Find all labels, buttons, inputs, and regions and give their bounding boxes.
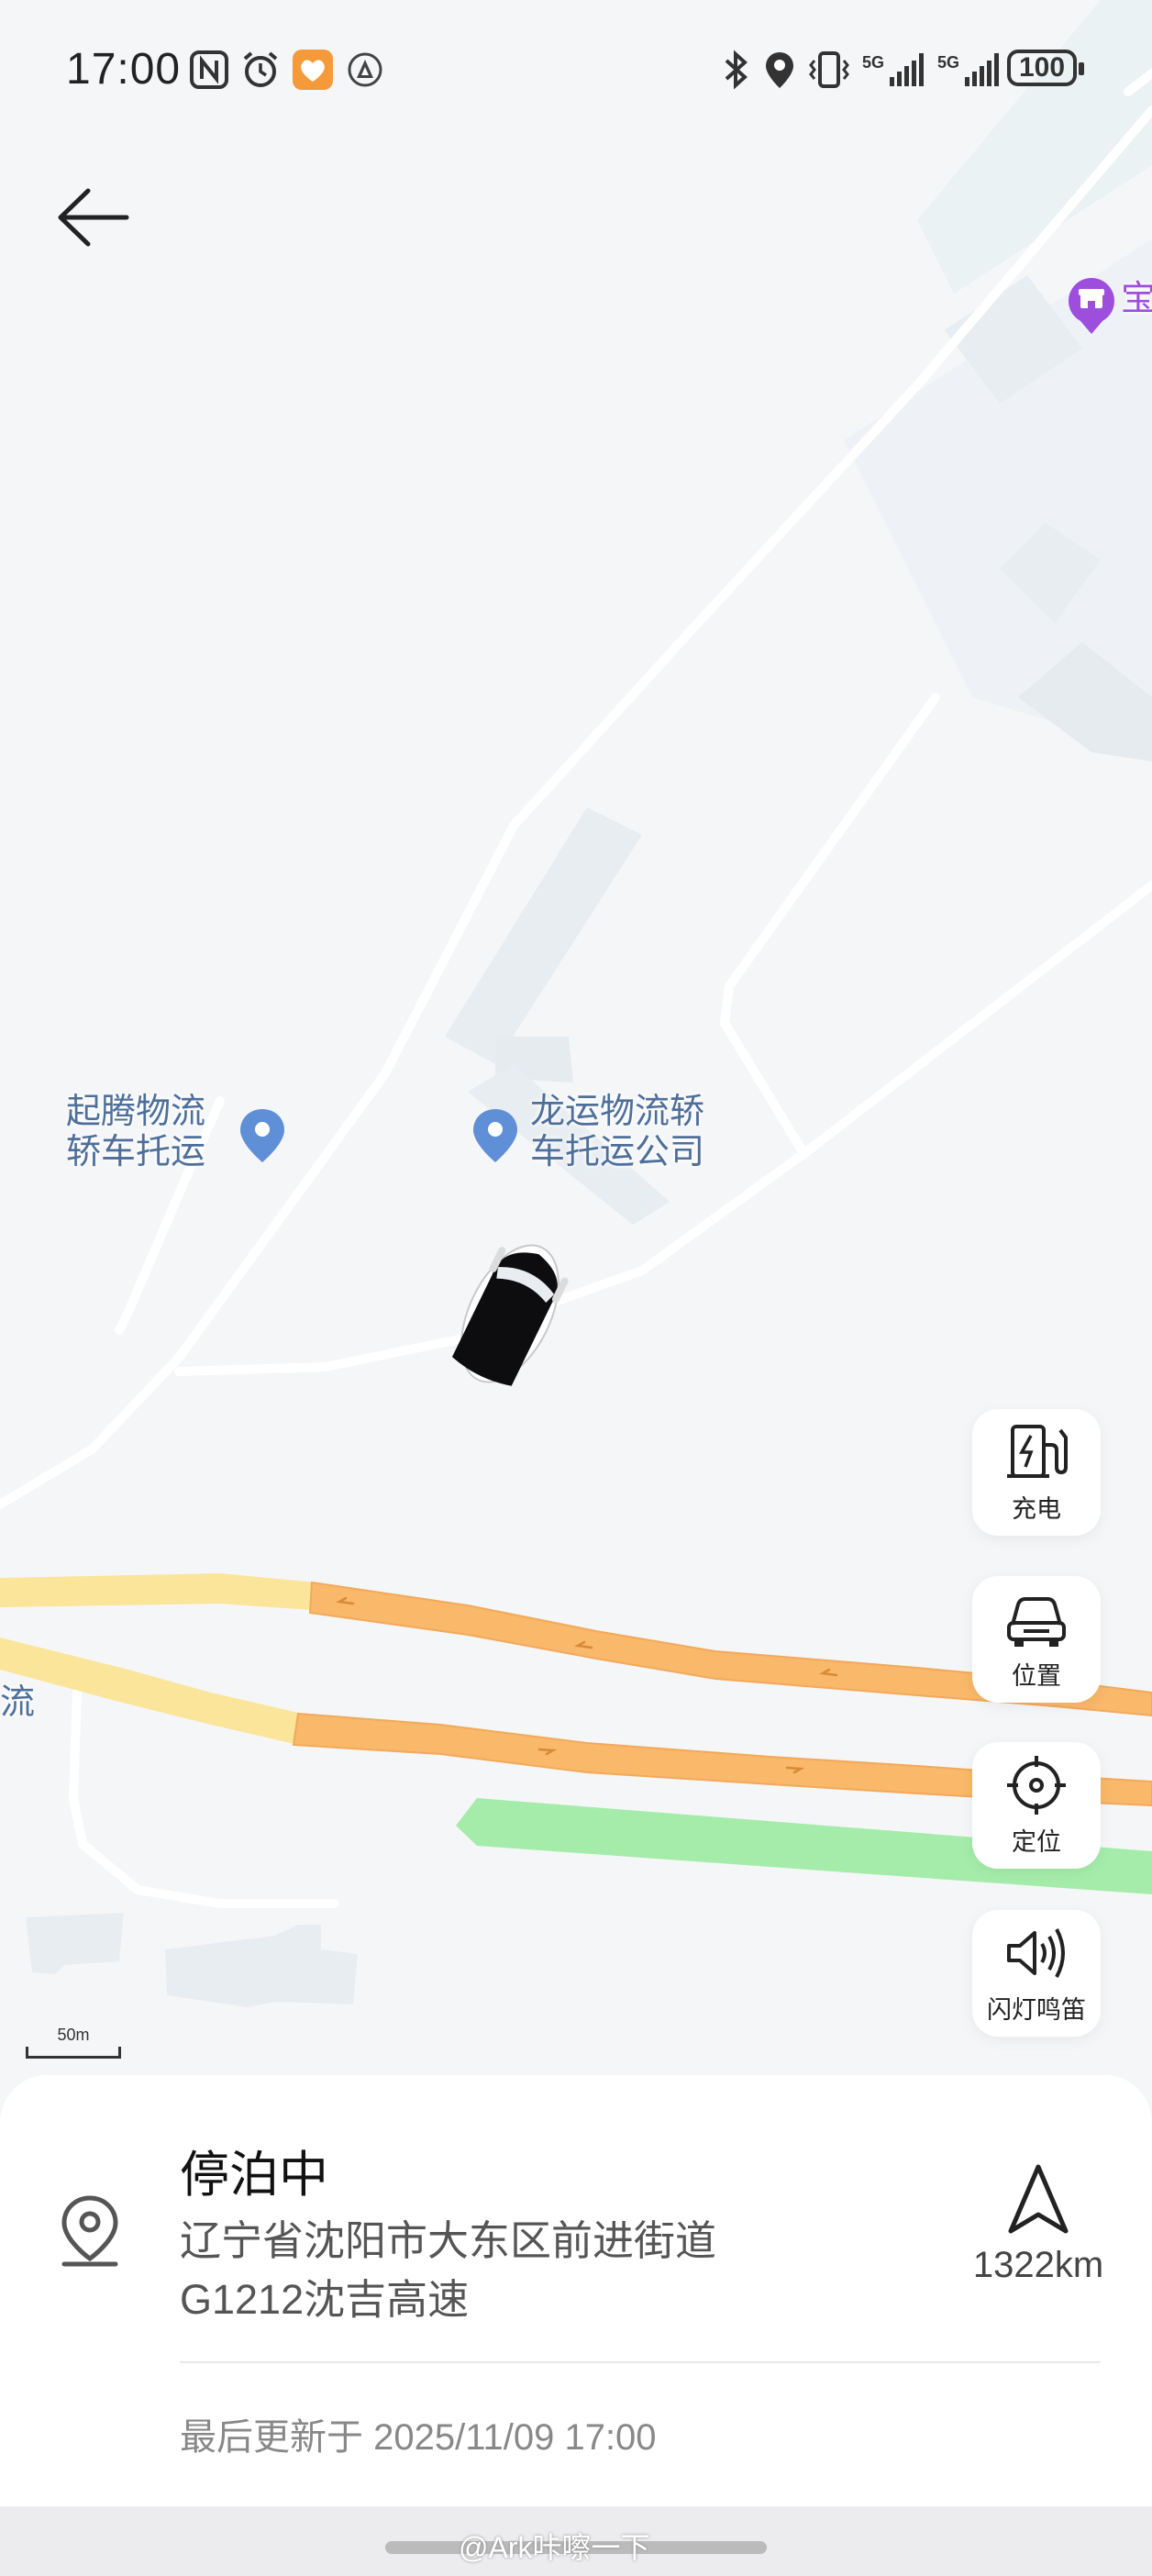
signal-5g-label: 5G [937,53,959,72]
heart-app-icon [292,50,334,90]
poi-label-edge-right[interactable]: 宝 [1121,279,1152,319]
charging-station-icon [1007,1424,1068,1478]
signal-5g-icon: 5G [862,50,928,90]
vehicle-status: 停泊中 [180,2148,328,2203]
highway-light [0,1573,316,1610]
vehicle-info-panel: 停泊中 辽宁省沈阳市大东区前进街道 G1212沈吉高速 1322km 最后更新于… [0,2075,1152,2506]
navigation-arrow-icon [1008,2164,1069,2234]
watermark: @Ark咔嚓一下 [459,2531,650,2564]
map-scale-label: 50m [57,2026,90,2044]
flash-horn-button-label: 闪灯鸣笛 [987,1995,1086,2024]
signal-5g-label: 5G [862,53,884,72]
location-pin-icon [61,2195,118,2267]
location-icon [763,50,796,90]
alarm-icon [240,50,281,90]
footer-bar: @Ark咔嚓一下 [0,2506,1152,2576]
signal-5g-icon: 5G [937,50,1003,90]
address-line-1: 辽宁省沈阳市大东区前进街道 [180,2217,717,2264]
map-scale-bar [26,2047,121,2059]
battery-indicator: 100 [1007,50,1084,86]
map-pin-icon[interactable] [237,1105,288,1166]
map-pin-icon[interactable] [470,1105,521,1166]
status-time: 17:00 [66,45,182,94]
navigate-button[interactable]: 1322km [947,2163,1130,2286]
position-button-label: 位置 [1012,1661,1061,1690]
arrow-left-icon [58,188,129,247]
map-scale: 50m [26,2026,121,2059]
speaker-icon [1007,1927,1065,1978]
poi-label-qiteng[interactable]: 起腾物流 轿车托运 [66,1092,205,1172]
vibrate-icon [807,50,851,90]
divider [180,2361,1101,2363]
navigation-app-icon [347,50,383,90]
locate-button-label: 定位 [1012,1827,1061,1856]
distance-value: 1322km [972,2245,1104,2285]
bluetooth-icon [719,50,752,90]
last-updated: 最后更新于 2025/11/09 17:00 [180,2417,657,2458]
locate-button[interactable]: 定位 [972,1742,1101,1869]
poi-label-longyun[interactable]: 龙运物流轿 车托运公司 [530,1092,704,1172]
flash-horn-button[interactable]: 闪灯鸣笛 [972,1910,1101,2037]
back-button[interactable] [51,176,134,259]
crosshair-icon [1007,1755,1066,1815]
address-line-2: G1212沈吉高速 [180,2276,470,2323]
position-button[interactable]: 位置 [972,1576,1101,1703]
poi-label-edge-left: 流 [0,1683,36,1722]
status-bar: 17:00 5G 5G 100 [0,0,1152,147]
nfc-icon [189,50,229,90]
charge-button-label: 充电 [1012,1494,1061,1523]
car-icon [1007,1596,1066,1647]
charge-button[interactable]: 充电 [972,1409,1101,1536]
